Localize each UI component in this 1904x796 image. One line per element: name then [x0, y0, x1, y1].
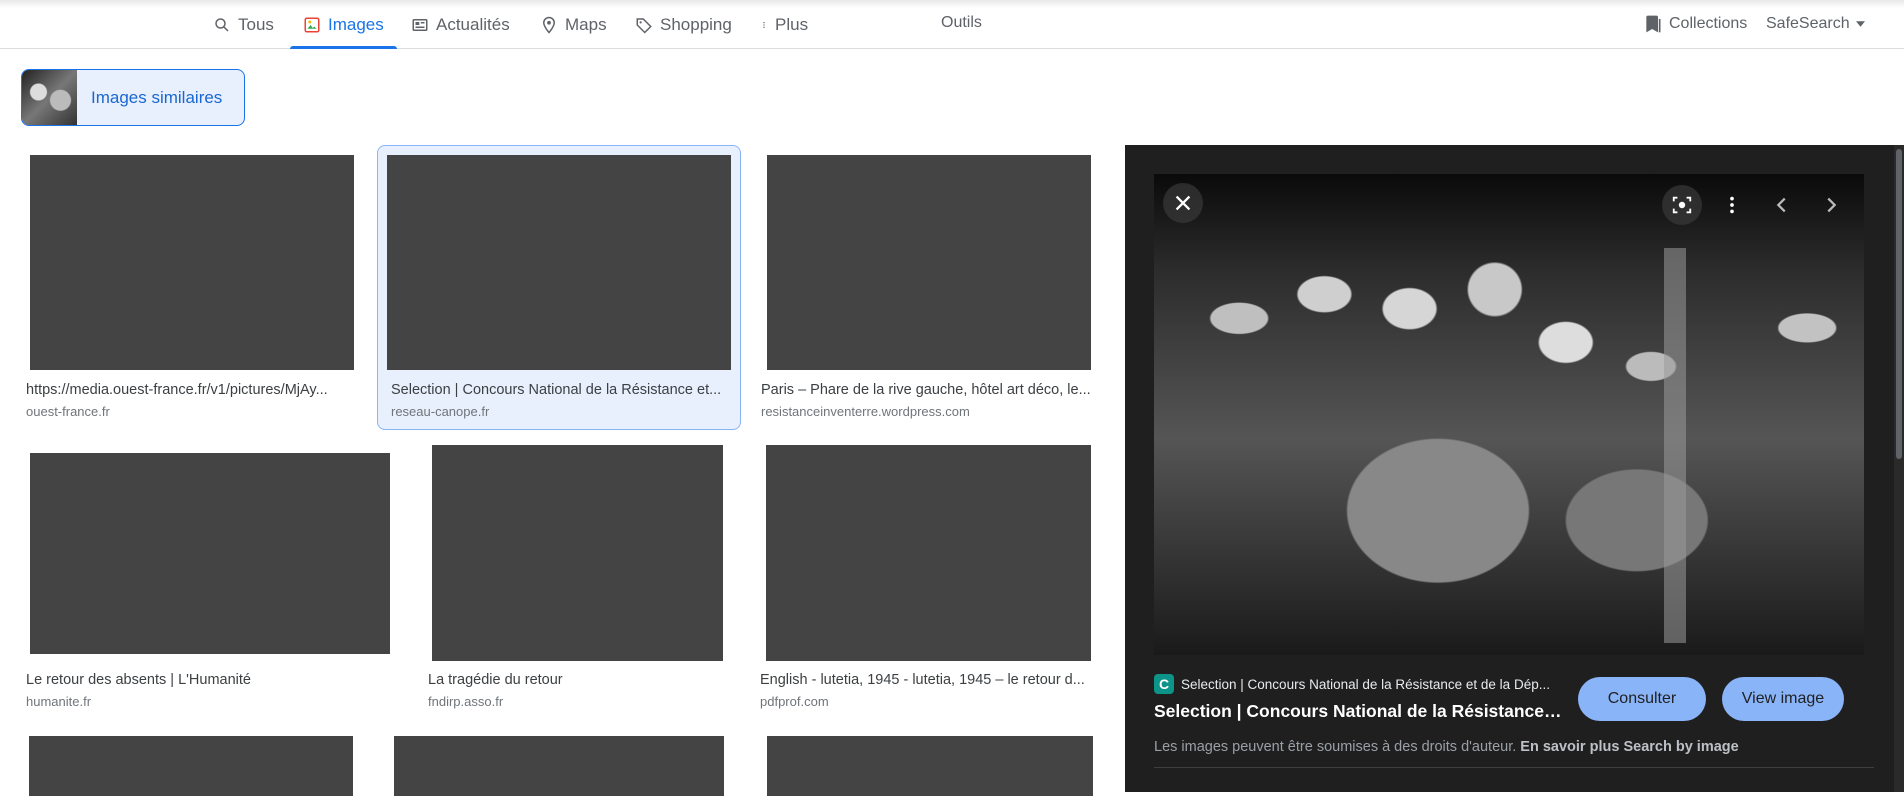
view-image-label: View image: [1741, 690, 1825, 707]
image-result[interactable]: English - lutetia, 1945 - lutetia, 1945 …: [755, 443, 1105, 723]
image-result[interactable]: https://media.ouest-france.fr/v1/picture…: [18, 145, 368, 425]
search-tabs: Tous Images Actualités Maps Shopping Plu…: [0, 0, 1904, 49]
more-options-button[interactable]: [1712, 185, 1752, 225]
tab-label: Tous: [238, 14, 274, 34]
bookmark-icon: [1646, 15, 1661, 33]
preview-source[interactable]: C Selection | Concours National de la Ré…: [1154, 674, 1550, 694]
result-title: Le retour des absents | L'Humanité: [26, 672, 251, 688]
result-source: ouest-france.fr: [26, 404, 110, 419]
similar-thumbnail: [22, 70, 77, 125]
collections-button[interactable]: Collections: [1643, 0, 1747, 48]
similar-images-label: Images similaires: [91, 87, 223, 107]
result-image: [30, 453, 390, 654]
result-title: Selection | Concours National de la Rési…: [391, 382, 722, 398]
image-result[interactable]: [18, 735, 368, 796]
tab-plus[interactable]: Plus: [760, 0, 808, 49]
result-source: reseau-canope.fr: [391, 404, 490, 419]
search-icon: [215, 17, 229, 32]
result-title: La tragédie du retour: [428, 672, 563, 688]
result-source: fndirp.asso.fr: [428, 694, 504, 709]
copyright-text: Les images peuvent être soumises à des d…: [1154, 739, 1517, 755]
image-result[interactable]: [390, 735, 730, 796]
result-source: resistanceinventerre.wordpress.com: [761, 404, 970, 419]
tab-label: Shopping: [660, 14, 732, 34]
preview-source-name: Selection | Concours National de la Rési…: [1181, 676, 1550, 692]
scrollbar-thumb[interactable]: [1896, 149, 1902, 459]
map-pin-icon: [542, 16, 556, 34]
result-image: [767, 736, 1093, 796]
image-preview-panel: C Selection | Concours National de la Ré…: [1125, 145, 1904, 792]
tag-icon: [636, 17, 652, 34]
chevron-right-icon: [1827, 197, 1837, 213]
image-result[interactable]: Paris – Phare de la rive gauche, hôtel a…: [755, 145, 1105, 425]
next-image-button[interactable]: [1811, 185, 1851, 225]
search-by-image-link[interactable]: Search by image: [1623, 739, 1738, 755]
result-source: humanite.fr: [26, 694, 92, 709]
result-image: [387, 155, 731, 370]
safesearch-label: SafeSearch: [1766, 15, 1850, 32]
panel-scrollbar[interactable]: [1894, 145, 1904, 792]
result-image: [432, 445, 723, 661]
result-image: [394, 736, 724, 796]
result-title: English - lutetia, 1945 - lutetia, 1945 …: [760, 672, 1085, 688]
close-button[interactable]: [1163, 183, 1203, 223]
preview-title[interactable]: Selection | Concours National de la Rési…: [1154, 701, 1564, 722]
previous-image-button[interactable]: [1762, 185, 1802, 225]
tab-label: Maps: [565, 14, 607, 34]
result-title: https://media.ouest-france.fr/v1/picture…: [26, 382, 328, 398]
tab-tous[interactable]: Tous: [213, 0, 274, 49]
image-result[interactable]: [755, 735, 1105, 796]
lens-icon: [1672, 196, 1692, 214]
tab-shopping[interactable]: Shopping: [635, 0, 732, 49]
tab-images[interactable]: Images: [290, 0, 397, 49]
image-result[interactable]: Le retour des absents | L'Humanité human…: [18, 443, 400, 723]
result-image: [767, 155, 1091, 370]
result-title: Paris – Phare de la rive gauche, hôtel a…: [761, 382, 1091, 398]
lens-button[interactable]: [1662, 185, 1702, 225]
similar-images-chip[interactable]: Images similaires: [21, 69, 245, 126]
close-icon: [1175, 195, 1191, 211]
collections-label: Collections: [1669, 15, 1748, 32]
tab-label: Images: [328, 14, 384, 34]
image-detail: [1664, 248, 1686, 643]
result-source: pdfprof.com: [760, 694, 829, 709]
tools-label: Outils: [941, 13, 982, 31]
tab-actualites[interactable]: Actualités: [411, 0, 510, 49]
tab-maps[interactable]: Maps: [540, 0, 607, 49]
news-icon: [412, 18, 428, 31]
result-image: [766, 445, 1091, 661]
image-result-selected[interactable]: Selection | Concours National de la Rési…: [377, 145, 741, 430]
image-result[interactable]: La tragédie du retour fndirp.asso.fr: [420, 443, 725, 723]
copyright-notice: Les images peuvent être soumises à des d…: [1154, 739, 1739, 755]
divider: [1154, 767, 1874, 768]
preview-image[interactable]: [1154, 174, 1864, 655]
caret-down-icon: [1855, 21, 1865, 27]
consult-label: Consulter: [1607, 690, 1677, 707]
tab-label: Plus: [775, 14, 809, 34]
result-image: [29, 736, 353, 796]
more-vertical-icon: [1730, 196, 1734, 214]
learn-more-link[interactable]: En savoir plus: [1520, 739, 1619, 755]
view-image-button[interactable]: View image: [1722, 677, 1844, 721]
tab-label: Actualités: [436, 14, 510, 34]
more-vertical-icon: [763, 21, 765, 28]
consult-button[interactable]: Consulter: [1578, 677, 1706, 721]
images-icon: [304, 17, 320, 32]
result-image: [30, 155, 354, 370]
chevron-left-icon: [1776, 197, 1786, 213]
safesearch-button[interactable]: SafeSearch: [1766, 0, 1865, 48]
tools-button[interactable]: Outils: [941, 0, 982, 45]
site-favicon: C: [1154, 674, 1174, 694]
